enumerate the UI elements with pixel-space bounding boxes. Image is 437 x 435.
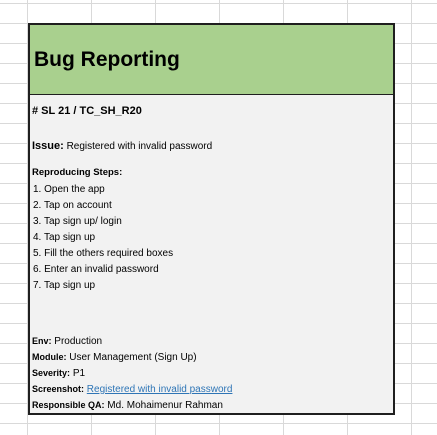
- step-item: 7. Tap sign up: [29, 278, 393, 294]
- env-row: Env: Production: [29, 333, 393, 349]
- qa-label: Responsible QA:: [32, 400, 105, 410]
- screenshot-link[interactable]: Registered with invalid password: [87, 384, 233, 395]
- report-id: # SL 21 / TC_SH_R20: [32, 105, 142, 117]
- qa-value: Md. Mohaimenur Rahman: [107, 400, 223, 411]
- step-item: 3. Tap sign up/ login: [29, 214, 393, 230]
- screenshot-row: Screenshot: Registered with invalid pass…: [29, 381, 393, 397]
- step-item: 6. Enter an invalid password: [29, 262, 393, 278]
- qa-row: Responsible QA: Md. Mohaimenur Rahman: [29, 397, 393, 413]
- severity-value: P1: [72, 368, 86, 379]
- severity-row: Severity: P1: [29, 365, 393, 381]
- module-row: Module: User Management (Sign Up): [29, 349, 393, 365]
- issue-label: Issue:: [32, 140, 64, 152]
- meta-section: Env: Production Module: User Management …: [29, 333, 393, 413]
- env-label: Env:: [32, 336, 52, 346]
- issue-line: Issue: Registered with invalid password: [32, 140, 212, 152]
- module-value: User Management (Sign Up): [69, 352, 197, 363]
- step-item: 4. Tap sign up: [29, 230, 393, 246]
- step-item: 1. Open the app: [29, 182, 393, 198]
- steps-list: 1. Open the app 2. Tap on account 3. Tap…: [29, 182, 393, 294]
- report-header: Bug Reporting: [30, 25, 393, 95]
- severity-label: Severity:: [32, 368, 71, 378]
- step-item: 2. Tap on account: [29, 198, 393, 214]
- env-value: Production: [54, 336, 103, 347]
- screenshot-label: Screenshot:: [32, 384, 85, 394]
- step-item: 5. Fill the others required boxes: [29, 246, 393, 262]
- report-title: Bug Reporting: [34, 47, 180, 71]
- bug-report-card: Bug Reporting # SL 21 / TC_SH_R20 Issue:…: [28, 23, 395, 415]
- steps-title: Reproducing Steps:: [32, 167, 123, 178]
- module-label: Module:: [32, 352, 67, 362]
- issue-text: Registered with invalid password: [66, 141, 213, 152]
